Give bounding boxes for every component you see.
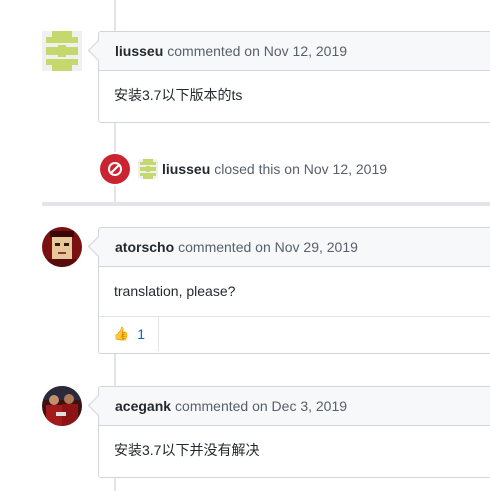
circle-slash-icon xyxy=(100,154,130,184)
comment-body: translation, please? xyxy=(114,283,236,299)
comment-header: liusseu commented on Nov 12, 2019 xyxy=(99,32,490,71)
close-event: liusseu closed this on Nov 12, 2019 xyxy=(100,153,387,185)
comment-meta[interactable]: commented on Nov 29, 2019 xyxy=(178,239,358,255)
comment-body: 安装3.7以下并没有解决 xyxy=(114,442,260,458)
timeline-divider xyxy=(42,202,490,206)
comment-meta[interactable]: commented on Nov 12, 2019 xyxy=(167,43,347,59)
identicon-avatar-icon xyxy=(42,31,82,71)
mini-avatar-liusseu[interactable] xyxy=(138,159,158,179)
pixel-face-avatar-icon xyxy=(42,227,82,267)
photo-avatar-icon xyxy=(42,386,82,426)
comment-header: acegank commented on Dec 3, 2019 xyxy=(99,387,490,426)
comment-author[interactable]: atorscho xyxy=(115,239,174,255)
comment-author[interactable]: acegank xyxy=(115,398,171,414)
comment-1: liusseu commented on Nov 12, 2019 安装3.7以… xyxy=(87,31,490,123)
comment-2: atorscho commented on Nov 29, 2019 trans… xyxy=(87,227,490,354)
timeline-line xyxy=(114,0,116,32)
reactions-bar: 👍 1 xyxy=(99,316,490,351)
reaction-count: 1 xyxy=(137,326,145,342)
avatar-acegank[interactable] xyxy=(42,386,82,426)
avatar-liusseu[interactable] xyxy=(42,31,82,71)
comment-header: atorscho commented on Nov 29, 2019 xyxy=(99,228,490,267)
thumbs-up-reaction-button[interactable]: 👍 1 xyxy=(99,317,159,351)
thumbs-up-icon: 👍 xyxy=(113,326,130,341)
comment-3: acegank commented on Dec 3, 2019 安装3.7以下… xyxy=(87,386,490,478)
event-author[interactable]: liusseu xyxy=(162,161,210,177)
comment-body: 安装3.7以下版本的ts xyxy=(114,87,243,103)
timeline-line xyxy=(114,477,116,491)
event-meta[interactable]: closed this on Nov 12, 2019 xyxy=(214,161,387,177)
comment-author[interactable]: liusseu xyxy=(115,43,163,59)
avatar-atorscho[interactable] xyxy=(42,227,82,267)
timeline-line xyxy=(114,353,116,387)
comment-meta[interactable]: commented on Dec 3, 2019 xyxy=(175,398,347,414)
